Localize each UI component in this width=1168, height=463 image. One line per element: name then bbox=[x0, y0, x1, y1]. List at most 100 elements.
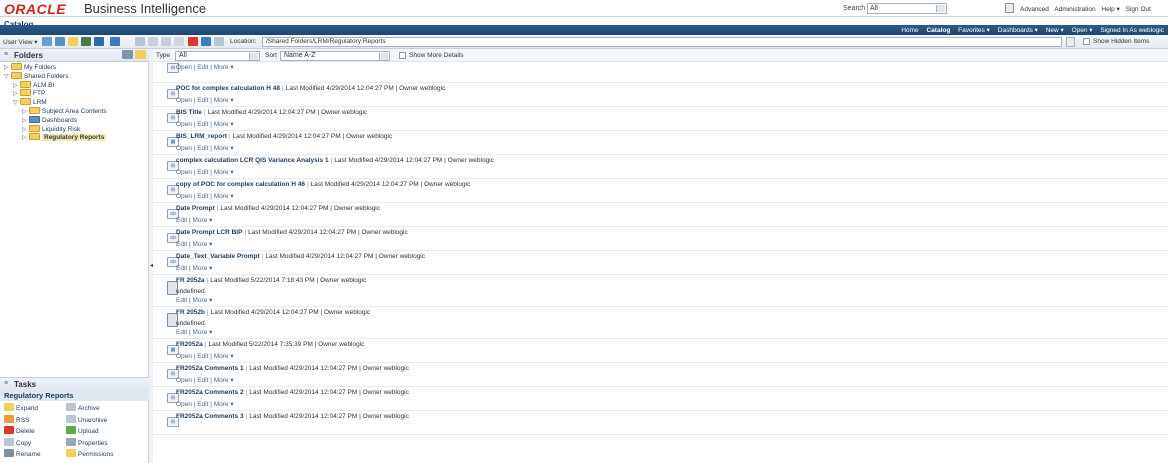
item-actions[interactable]: Edit | More ▾ bbox=[176, 240, 212, 248]
help-menu[interactable]: Help ▾ bbox=[1101, 6, 1119, 13]
cut-icon[interactable] bbox=[161, 37, 171, 46]
folder-tools[interactable] bbox=[122, 50, 146, 60]
grid-icon[interactable] bbox=[122, 50, 133, 59]
task-upload[interactable]: Upload bbox=[66, 426, 99, 436]
folder-tree-item[interactable]: ▷ FTP bbox=[13, 89, 45, 98]
task-rename[interactable]: Rename bbox=[4, 449, 41, 459]
item-name-link[interactable]: FR2052a bbox=[176, 341, 203, 348]
move-icon[interactable] bbox=[135, 37, 145, 46]
nav-dashboards[interactable]: Dashboards ▾ bbox=[998, 27, 1038, 34]
collapse-icon[interactable]: ≡ bbox=[4, 380, 8, 387]
task-properties[interactable]: Properties bbox=[66, 437, 108, 448]
nav-home[interactable]: Home bbox=[901, 27, 918, 34]
nav-new[interactable]: New ▾ bbox=[1046, 27, 1064, 34]
search-go-button[interactable] bbox=[1005, 3, 1014, 13]
item-name-link[interactable]: POC for complex calculation H 48 bbox=[176, 85, 280, 92]
delete-icon[interactable] bbox=[188, 37, 198, 46]
upload-icon[interactable] bbox=[81, 37, 91, 46]
folder-tree-item[interactable]: ▷ Dashboards bbox=[22, 115, 77, 125]
sign-out-link[interactable]: Sign Out bbox=[1126, 6, 1151, 13]
nav-favorites[interactable]: Favorites ▾ bbox=[958, 27, 990, 34]
collapsed-icon[interactable]: ▷ bbox=[22, 134, 29, 143]
item-actions[interactable]: Edit | More ▾ bbox=[176, 216, 212, 224]
task-expand[interactable]: Expand bbox=[4, 403, 38, 413]
advanced-link[interactable]: Advanced bbox=[1020, 6, 1049, 13]
item-summary: FR 2052b | Last Modified 4/29/2014 12:04:2… bbox=[176, 309, 370, 316]
signed-in-as[interactable]: Signed In As weblogic bbox=[1100, 27, 1164, 34]
copy-icon[interactable] bbox=[201, 37, 211, 46]
catalog-item: ⊞ FR2052a Comments 3 | Last Modified 4/29/2… bbox=[153, 411, 1168, 435]
item-actions[interactable]: Open | Edit | More ▾ bbox=[176, 96, 234, 104]
show-more-details-checkbox[interactable] bbox=[399, 52, 406, 59]
show-hidden-checkbox[interactable] bbox=[1083, 38, 1090, 45]
task-delete[interactable]: Delete bbox=[4, 426, 35, 436]
item-actions[interactable]: Open | Edit | More ▾ bbox=[176, 168, 234, 176]
folder-tree-item[interactable]: ▽ LRM bbox=[13, 98, 47, 107]
catalog-item: ab Date Prompt | Last Modified 4/29/2014 12… bbox=[153, 203, 1168, 227]
item-actions[interactable]: Edit | More ▾ bbox=[176, 296, 212, 304]
collapse-icon[interactable]: ≡ bbox=[4, 51, 8, 58]
expanded-icon[interactable]: ▽ bbox=[4, 73, 11, 82]
task-copy[interactable]: Copy bbox=[4, 437, 32, 448]
item-name-link[interactable]: Date_Text_Variable Prompt bbox=[176, 253, 260, 260]
item-name-link[interactable]: copy of POC for complex calculation H 46 bbox=[176, 181, 305, 188]
item-name-link[interactable]: FR2052a Comments 3 bbox=[176, 413, 244, 420]
item-name-link[interactable]: BIS Title bbox=[176, 109, 202, 116]
filter-bar: Type All Sort Name A-Z Show More Details bbox=[153, 49, 1168, 62]
item-name-link[interactable]: FR2052a Comments 2 bbox=[176, 389, 244, 396]
item-actions[interactable]: Edit | More ▾ bbox=[176, 264, 212, 272]
item-name-link[interactable]: Date Prompt bbox=[176, 205, 215, 212]
new-icon[interactable] bbox=[42, 37, 52, 46]
folder-icon[interactable] bbox=[68, 37, 78, 46]
folder-tree-item[interactable]: ▷ My Folders bbox=[4, 63, 56, 72]
type-select[interactable]: All bbox=[175, 51, 260, 61]
task-permissions[interactable]: Permissions bbox=[66, 449, 113, 459]
administration-link[interactable]: Administration bbox=[1054, 6, 1095, 13]
item-actions[interactable]: Open | Edit | More ▾ bbox=[176, 376, 234, 384]
item-name-link[interactable]: FR 2052a bbox=[176, 277, 205, 284]
user-view-menu[interactable]: User View ▾ bbox=[3, 38, 38, 46]
nav-catalog[interactable]: Catalog bbox=[926, 27, 950, 34]
view-icon[interactable] bbox=[110, 37, 120, 46]
search-scope-select[interactable]: All bbox=[867, 3, 947, 14]
item-actions[interactable]: Open | Edit | More ▾ bbox=[176, 400, 234, 408]
item-actions[interactable]: Open | Edit | More ▾ bbox=[176, 352, 234, 360]
nav-open[interactable]: Open ▾ bbox=[1072, 27, 1093, 34]
task-rss[interactable]: RSS bbox=[4, 414, 29, 425]
edit-icon[interactable] bbox=[148, 37, 158, 46]
catalog-item: ab Date Prompt LCR BIP | Last Modified 4/29… bbox=[153, 227, 1168, 251]
item-name-link[interactable]: FR 2052b bbox=[176, 309, 205, 316]
folder-tree-item[interactable]: ▽ Shared Folders bbox=[4, 71, 68, 82]
item-actions[interactable]: Edit | More ▾ bbox=[176, 328, 212, 336]
item-meta: Last Modified 4/29/2014 12:04:27 PM | Ow… bbox=[220, 205, 380, 212]
location-dropdown[interactable] bbox=[1066, 37, 1075, 47]
filter-icon[interactable] bbox=[174, 37, 184, 46]
folder-tree-item[interactable]: ▷ Subject Area Contents bbox=[22, 107, 107, 116]
folder-icon[interactable] bbox=[135, 50, 146, 59]
folder-tree-label: ALM BI bbox=[33, 81, 55, 89]
item-actions[interactable]: Open | Edit | More ▾ bbox=[176, 120, 234, 128]
item-name-link[interactable]: BIS_LRM_report bbox=[176, 133, 227, 140]
task-label: Permissions bbox=[78, 451, 114, 458]
item-name-link[interactable]: FR2052a Comments 1 bbox=[176, 365, 244, 372]
folder-icon bbox=[20, 80, 31, 88]
paste-icon[interactable] bbox=[214, 37, 224, 46]
task-unarchive[interactable]: Unarchive bbox=[66, 414, 107, 425]
folder-tree-item[interactable]: ▷ Regulatory Reports bbox=[22, 133, 107, 143]
item-name-link[interactable]: complex calculation LCR QIS Variance Ana… bbox=[176, 157, 329, 164]
separator: | bbox=[282, 85, 284, 92]
task-archive[interactable]: Archive bbox=[66, 403, 100, 413]
folder-tree-item[interactable]: ▷ Liquidity Risk bbox=[22, 124, 81, 134]
item-actions[interactable]: Open | Edit | More ▾ bbox=[176, 63, 234, 71]
item-actions[interactable]: Open | Edit | More ▾ bbox=[176, 192, 234, 200]
folder-tree-label: Liquidity Risk bbox=[42, 125, 81, 133]
folder-tree-item[interactable]: ▷ ALM BI bbox=[13, 80, 55, 90]
open-icon[interactable] bbox=[55, 37, 65, 46]
task-label: Copy bbox=[16, 439, 32, 447]
sort-select[interactable]: Name A-Z bbox=[280, 51, 390, 61]
location-field[interactable]: /Shared Folders/LRM/Regulatory Reports bbox=[262, 37, 1062, 47]
item-name-link[interactable]: Date Prompt LCR BIP bbox=[176, 229, 242, 236]
expanded-icon[interactable]: ▽ bbox=[13, 99, 20, 108]
item-actions[interactable]: Open | Edit | More ▾ bbox=[176, 144, 234, 152]
refresh-icon[interactable] bbox=[94, 37, 104, 46]
